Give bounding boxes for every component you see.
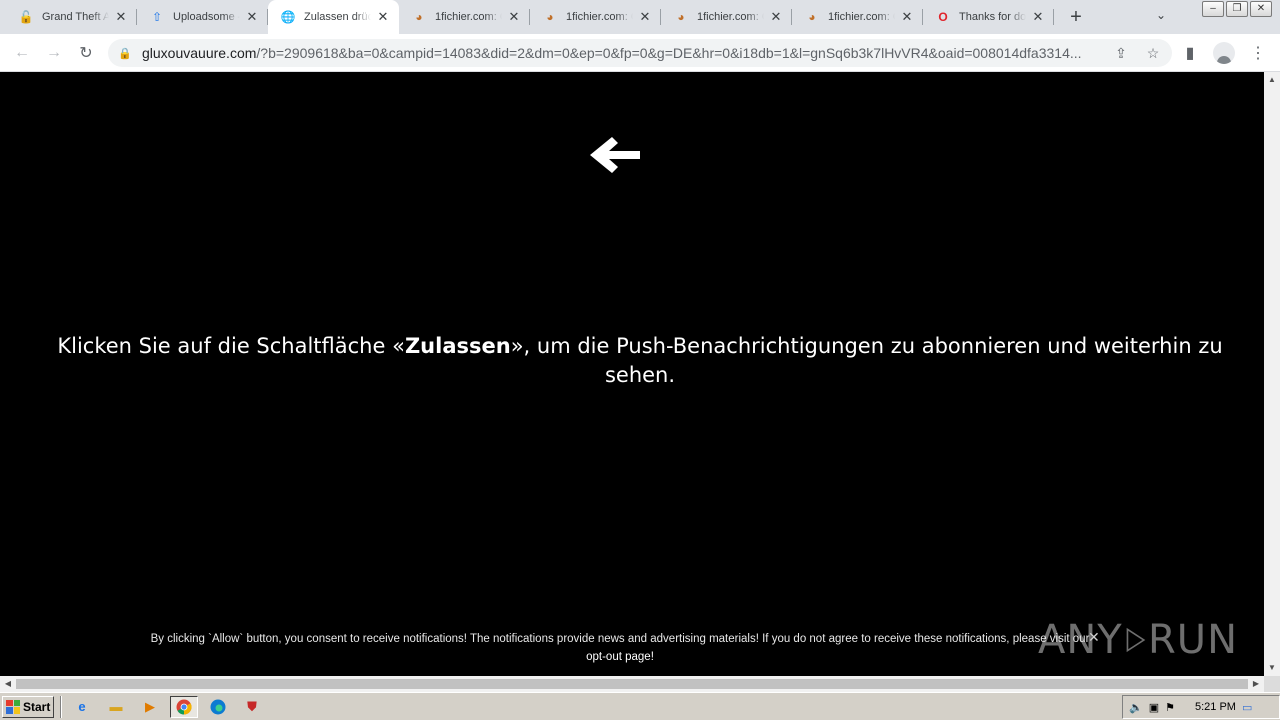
window-controls: – ❐ ✕ (1202, 1, 1272, 17)
back-button[interactable]: ← (6, 37, 38, 69)
url-text[interactable]: gluxouvauure.com/?b=2909618&ba=0&campid=… (142, 45, 1108, 61)
tab-title: 1fichier.com: Cloud (697, 11, 764, 23)
scroll-right-icon[interactable]: ▶ (1248, 676, 1264, 692)
browser-tab[interactable]: 🌐 Zulassen drücken ✕ (268, 0, 399, 34)
address-bar[interactable]: 🔒 gluxouvauure.com/?b=2909618&ba=0&campi… (108, 39, 1172, 67)
chrome-icon (176, 699, 192, 715)
scroll-left-icon[interactable]: ◀ (0, 676, 16, 692)
consent-text: By clicking `Allow` button, you consent … (150, 633, 1090, 645)
message-suffix: », um die Push-Benachrichtigungen zu abo… (510, 334, 1223, 387)
show-desktop-icon[interactable]: ▭ (1242, 701, 1252, 714)
fichier-icon: ◕ (808, 10, 816, 24)
browser-tab[interactable]: ◕ 1fichier.com: Cloud ✕ (792, 0, 923, 34)
action-center-flag-icon[interactable]: ⚑ (1165, 701, 1175, 714)
horizontal-scrollbar[interactable]: ◀ ▶ (0, 676, 1264, 692)
taskbar-separator (60, 695, 62, 718)
folder-icon[interactable]: ▬ (102, 696, 130, 718)
share-icon[interactable]: ⇪ (1108, 45, 1134, 62)
url-host: gluxouvauure.com (142, 45, 257, 61)
watermark-run: RUN (1148, 617, 1238, 663)
url-path: /?b=2909618&ba=0&campid=14083&did=2&dm=0… (256, 45, 1082, 61)
play-triangle-icon (1126, 627, 1146, 653)
browser-tab[interactable]: ◕ 1fichier.com: Cloud ✕ (399, 0, 530, 34)
consent-close-icon[interactable]: ✕ (1088, 629, 1100, 646)
tab-search-chevron-icon[interactable]: ⌄ (1151, 8, 1171, 26)
system-tray: 🔈 ▣ ⚑ 5:21 PM ▭ (1122, 695, 1280, 719)
bookmark-star-icon[interactable]: ☆ (1140, 45, 1166, 62)
tab-title: 1fichier.com: Cloud (435, 11, 502, 23)
browser-tab[interactable]: ◕ 1fichier.com: Cloud ✕ (661, 0, 792, 34)
push-prompt-message: Klicken Sie auf die Schaltfläche «Zulass… (40, 332, 1240, 390)
antivirus-icon[interactable]: ⛊ (238, 696, 266, 718)
lock-red-icon: 🔓 (18, 10, 34, 24)
clock[interactable]: 5:21 PM (1195, 701, 1236, 713)
message-prefix: Klicken Sie auf die Schaltfläche « (57, 334, 405, 358)
internet-explorer-icon[interactable]: e (68, 696, 96, 718)
tab-strip: 🔓 Grand Theft Auto ✕ ⇧ Uploadsome – ✕ 🌐 Zulass… (0, 0, 1280, 34)
tab-title: Thanks for downloading (959, 11, 1026, 23)
network-icon[interactable]: ▣ (1149, 701, 1159, 714)
fichier-icon: ◕ (546, 10, 554, 24)
edge-logo-icon (210, 699, 226, 714)
tab-close-icon[interactable]: ✕ (113, 9, 129, 25)
upload-icon: ⇧ (151, 10, 163, 24)
start-button[interactable]: Start (2, 695, 54, 718)
horizontal-scroll-thumb[interactable] (16, 679, 1248, 689)
fichier-icon: ◕ (415, 10, 423, 24)
tab-close-icon[interactable]: ✕ (244, 9, 260, 25)
consent-notice: By clicking `Allow` button, you consent … (140, 630, 1100, 666)
fichier-icon: ◕ (677, 10, 685, 24)
minimize-button[interactable]: – (1202, 1, 1224, 17)
omnibox-actions: ⇪ ☆ (1108, 45, 1172, 62)
tab-close-icon[interactable]: ✕ (506, 9, 522, 25)
opera-icon: O (938, 10, 948, 24)
tab-title: Zulassen drücken (304, 11, 371, 23)
vertical-scrollbar[interactable]: ▲ ▼ (1264, 72, 1280, 676)
close-window-button[interactable]: ✕ (1250, 1, 1272, 17)
tab-list: 🔓 Grand Theft Auto ✕ ⇧ Uploadsome – ✕ 🌐 Zulass… (0, 0, 1054, 34)
tab-close-icon[interactable]: ✕ (1030, 9, 1046, 25)
tab-close-icon[interactable]: ✕ (768, 9, 784, 25)
toolbar-right: ▮ ⋮ (1174, 37, 1274, 69)
start-label: Start (23, 699, 51, 714)
browser-tab[interactable]: O Thanks for downloading ✕ (923, 0, 1054, 34)
tab-title: Uploadsome – (173, 11, 240, 23)
tab-close-icon[interactable]: ✕ (375, 9, 391, 25)
scroll-up-icon[interactable]: ▲ (1264, 72, 1280, 88)
scroll-down-icon[interactable]: ▼ (1264, 660, 1280, 676)
reload-button[interactable]: ↻ (70, 37, 102, 69)
opt-out-link[interactable]: opt-out page! (586, 651, 654, 663)
media-player-icon[interactable]: ▶ (136, 696, 164, 718)
windows-flag-icon (6, 699, 20, 714)
forward-button[interactable]: → (38, 37, 70, 69)
windows-taskbar: Start e ▬ ▶ ⛊ 🔈 ▣ ⚑ 5:21 PM ▭ (0, 692, 1280, 720)
tab-close-icon[interactable]: ✕ (899, 9, 915, 25)
browser-tab[interactable]: ⇧ Uploadsome – ✕ (137, 0, 268, 34)
tab-title: 1fichier.com: Cloud (566, 11, 633, 23)
tab-close-icon[interactable]: ✕ (637, 9, 653, 25)
browser-toolbar: ← → ↻ 🔒 gluxouvauure.com/?b=2909618&ba=0… (0, 34, 1280, 72)
tab-title: Grand Theft Auto (42, 11, 109, 23)
globe-icon: 🌐 (280, 10, 296, 24)
chrome-taskbar-icon[interactable] (170, 695, 198, 718)
restore-button[interactable]: ❐ (1226, 1, 1248, 17)
side-panel-icon[interactable]: ▮ (1174, 37, 1206, 69)
profile-button[interactable] (1208, 37, 1240, 69)
browser-tab[interactable]: ◕ 1fichier.com: Cloud ✕ (530, 0, 661, 34)
browser-tab[interactable]: 🔓 Grand Theft Auto ✕ (6, 0, 137, 34)
lock-icon[interactable]: 🔒 (118, 47, 134, 60)
tab-title: 1fichier.com: Cloud (828, 11, 895, 23)
page-content: Klicken Sie auf die Schaltfläche «Zulass… (0, 72, 1264, 676)
scrollbar-corner (1264, 676, 1280, 692)
edge-icon[interactable] (204, 696, 232, 718)
message-allow-word: Zulassen (404, 334, 511, 358)
new-tab-button[interactable]: + (1062, 0, 1090, 34)
arrow-left-icon (590, 137, 640, 173)
quick-launch: e ▬ ▶ ⛊ (68, 695, 266, 718)
volume-icon[interactable]: 🔈 (1129, 701, 1143, 714)
avatar (1213, 42, 1235, 64)
menu-kebab-icon[interactable]: ⋮ (1242, 37, 1274, 69)
